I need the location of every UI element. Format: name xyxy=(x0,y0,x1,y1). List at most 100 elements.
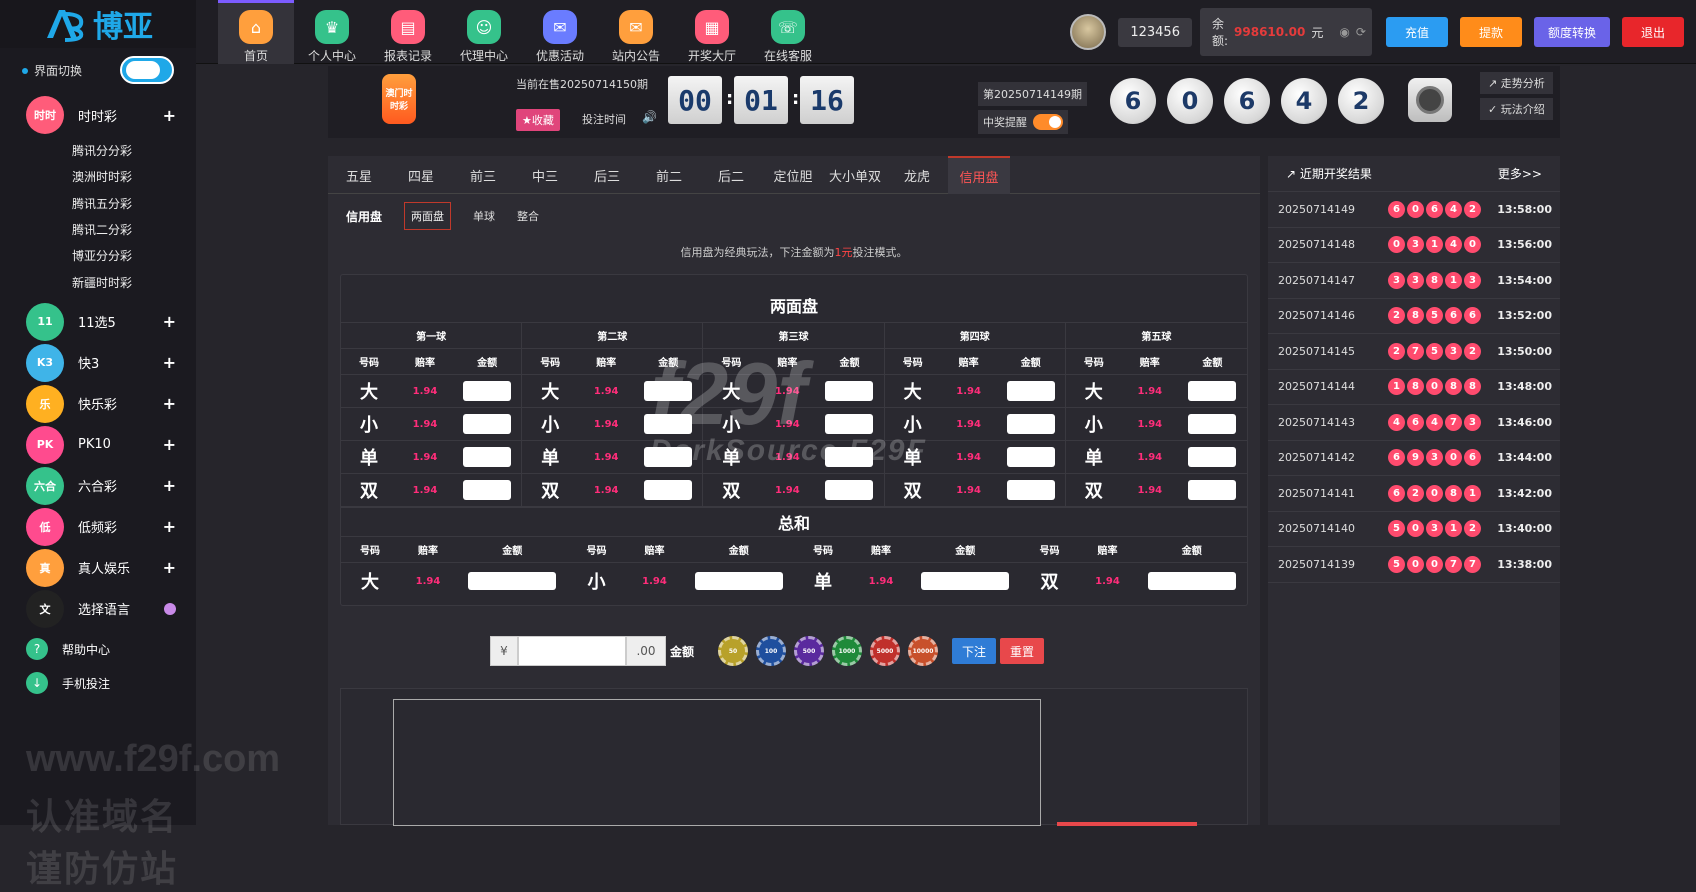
bet-amount-input[interactable] xyxy=(644,480,693,500)
bet-amount-input[interactable] xyxy=(825,381,874,401)
sidebar-category-lowfreq[interactable]: 低低频彩 + xyxy=(26,507,176,546)
subtab-combined[interactable]: 整合 xyxy=(517,208,539,224)
recent-row[interactable]: 20250714148 0 3 1 4 0 13:56:00 xyxy=(1268,228,1560,263)
sidebar-category-happy[interactable]: 乐快乐彩 + xyxy=(26,384,176,423)
bet-amount-input[interactable] xyxy=(644,381,693,401)
bet-amount-input[interactable] xyxy=(1006,447,1055,467)
bet-amount-input[interactable] xyxy=(825,414,874,434)
tab-play[interactable]: 五星 xyxy=(328,156,390,194)
tab-play[interactable]: 大小单双 xyxy=(824,156,886,194)
bet-amount-input[interactable] xyxy=(518,636,626,666)
more-link[interactable]: 更多>> xyxy=(1498,165,1542,182)
chip-10000[interactable]: 10000 xyxy=(908,636,939,666)
recent-row[interactable]: 20250714142 6 9 3 0 6 13:44:00 xyxy=(1268,441,1560,476)
sidebar-subitem[interactable]: 新疆时时彩 xyxy=(72,274,132,291)
tab-play[interactable]: 定位胆 xyxy=(762,156,824,194)
chip-50[interactable]: 50 xyxy=(718,636,749,666)
tab-play[interactable]: 龙虎 xyxy=(886,156,948,194)
plus-icon[interactable]: + xyxy=(163,435,176,454)
sidebar-subitem[interactable]: 博亚分分彩 xyxy=(72,247,132,264)
recent-row[interactable]: 20250714145 2 7 5 3 2 13:50:00 xyxy=(1268,334,1560,370)
sum-amount-input[interactable] xyxy=(694,572,783,590)
bet-amount-input[interactable] xyxy=(1188,414,1237,434)
tab-play[interactable]: 前二 xyxy=(638,156,700,194)
sum-amount-input[interactable] xyxy=(1147,572,1236,590)
sum-amount-input[interactable] xyxy=(468,572,557,590)
user-button-1[interactable]: 提款 xyxy=(1459,17,1522,47)
sidebar-subitem[interactable]: 腾讯分分彩 xyxy=(72,142,132,159)
sidebar-category-11x5[interactable]: 11 11选5 + xyxy=(26,302,176,341)
user-button-3[interactable]: 退出 xyxy=(1622,17,1684,47)
bet-amount-input[interactable] xyxy=(644,414,693,434)
recent-row[interactable]: 20250714149 6 0 6 4 2 13:58:00 xyxy=(1268,192,1560,228)
bet-amount-input[interactable] xyxy=(644,447,693,467)
plus-icon[interactable]: + xyxy=(163,517,176,536)
bet-amount-input[interactable] xyxy=(1006,381,1055,401)
bet-amount-input[interactable] xyxy=(463,381,512,401)
recent-row[interactable]: 20250714141 6 2 0 8 1 13:42:00 xyxy=(1268,476,1560,512)
refresh-icon[interactable]: ⟳ xyxy=(1356,25,1366,39)
bet-amount-input[interactable] xyxy=(1006,480,1055,500)
nav-gift[interactable]: ✉ 优惠活动 xyxy=(522,0,598,64)
chip-100[interactable]: 100 xyxy=(756,636,787,666)
chip-1000[interactable]: 1000 xyxy=(832,636,863,666)
bet-amount-input[interactable] xyxy=(463,414,512,434)
subtab-single-ball[interactable]: 单球 xyxy=(473,208,495,224)
plus-icon[interactable]: + xyxy=(163,106,176,125)
nav-mail[interactable]: ✉ 站内公告 xyxy=(598,0,674,64)
recent-row[interactable]: 20250714140 5 0 3 1 2 13:40:00 xyxy=(1268,512,1560,547)
favorite-button[interactable]: ★收藏 xyxy=(516,109,560,131)
nav-home[interactable]: ⌂ 首页 xyxy=(218,0,294,64)
site-logo[interactable]: 博亚 xyxy=(0,0,196,48)
bet-amount-input[interactable] xyxy=(1188,447,1237,467)
chip-500[interactable]: 500 xyxy=(794,636,825,666)
nav-agent[interactable]: ☺ 代理中心 xyxy=(446,0,522,64)
bet-amount-input[interactable] xyxy=(1188,381,1237,401)
sum-amount-input[interactable] xyxy=(921,572,1010,590)
recent-row[interactable]: 20250714139 5 0 0 7 7 13:38:00 xyxy=(1268,547,1560,583)
sidebar-subitem[interactable]: 腾讯五分彩 xyxy=(72,195,132,212)
plus-icon[interactable]: + xyxy=(163,476,176,495)
plus-icon[interactable]: + xyxy=(163,394,176,413)
sidebar-download[interactable]: ↓ 手机投注 xyxy=(26,672,110,694)
avatar[interactable] xyxy=(1070,14,1107,50)
nav-crown[interactable]: ♛ 个人中心 xyxy=(294,0,370,64)
nav-grid[interactable]: ▦ 开奖大厅 xyxy=(674,0,750,64)
bet-amount-input[interactable] xyxy=(825,447,874,467)
rules-link[interactable]: ✓ 玩法介绍 xyxy=(1480,98,1553,120)
sidebar-category-live[interactable]: 真真人娱乐 + xyxy=(26,548,176,587)
plus-icon[interactable]: + xyxy=(163,353,176,372)
sidebar-category-pk10[interactable]: PK PK10 + xyxy=(26,425,176,464)
sidebar-category-k3[interactable]: K3 快3 + xyxy=(26,343,176,382)
win-remind-toggle[interactable] xyxy=(1033,114,1063,130)
bet-list-area[interactable] xyxy=(393,699,1041,826)
sidebar-subitem[interactable]: 腾讯二分彩 xyxy=(72,221,132,238)
reset-button[interactable]: 重置 xyxy=(1000,638,1045,664)
recent-row[interactable]: 20250714143 4 6 4 7 3 13:46:00 xyxy=(1268,405,1560,441)
bet-amount-input[interactable] xyxy=(825,480,874,500)
sidebar-subitem[interactable]: 澳洲时时彩 xyxy=(72,168,132,185)
tab-play[interactable]: 信用盘 xyxy=(948,156,1010,194)
submit-bet-button[interactable]: 下注 xyxy=(952,638,997,664)
nav-report[interactable]: ▤ 报表记录 xyxy=(370,0,446,64)
user-button-0[interactable]: 充值 xyxy=(1385,17,1448,47)
plus-icon[interactable]: + xyxy=(163,558,176,577)
subtab-two-sided[interactable]: 两面盘 xyxy=(404,202,452,230)
sidebar-category-lhc[interactable]: 六合 六合彩 + xyxy=(26,466,176,505)
nav-support[interactable]: ☏ 在线客服 xyxy=(750,0,826,64)
eye-icon[interactable]: ◉ xyxy=(1339,25,1349,39)
recent-row[interactable]: 20250714146 2 8 5 6 6 13:52:00 xyxy=(1268,299,1560,334)
user-button-2[interactable]: 额度转换 xyxy=(1533,17,1610,47)
sidebar-help[interactable]: ? 帮助中心 xyxy=(26,638,110,660)
tab-play[interactable]: 后三 xyxy=(576,156,638,194)
tab-play[interactable]: 后二 xyxy=(700,156,762,194)
tab-play[interactable]: 中三 xyxy=(514,156,576,194)
sidebar-category-language[interactable]: 文选择语言 xyxy=(26,589,176,628)
bet-amount-input[interactable] xyxy=(463,480,512,500)
chip-5000[interactable]: 5000 xyxy=(870,636,901,666)
speaker-icon[interactable]: 🔊 xyxy=(642,110,657,124)
lottery-machine-icon[interactable] xyxy=(1408,78,1452,122)
tab-play[interactable]: 前三 xyxy=(452,156,514,194)
sidebar-category-ssc[interactable]: 时时 时时彩 + xyxy=(26,96,176,134)
ui-switch-toggle[interactable] xyxy=(120,56,174,84)
